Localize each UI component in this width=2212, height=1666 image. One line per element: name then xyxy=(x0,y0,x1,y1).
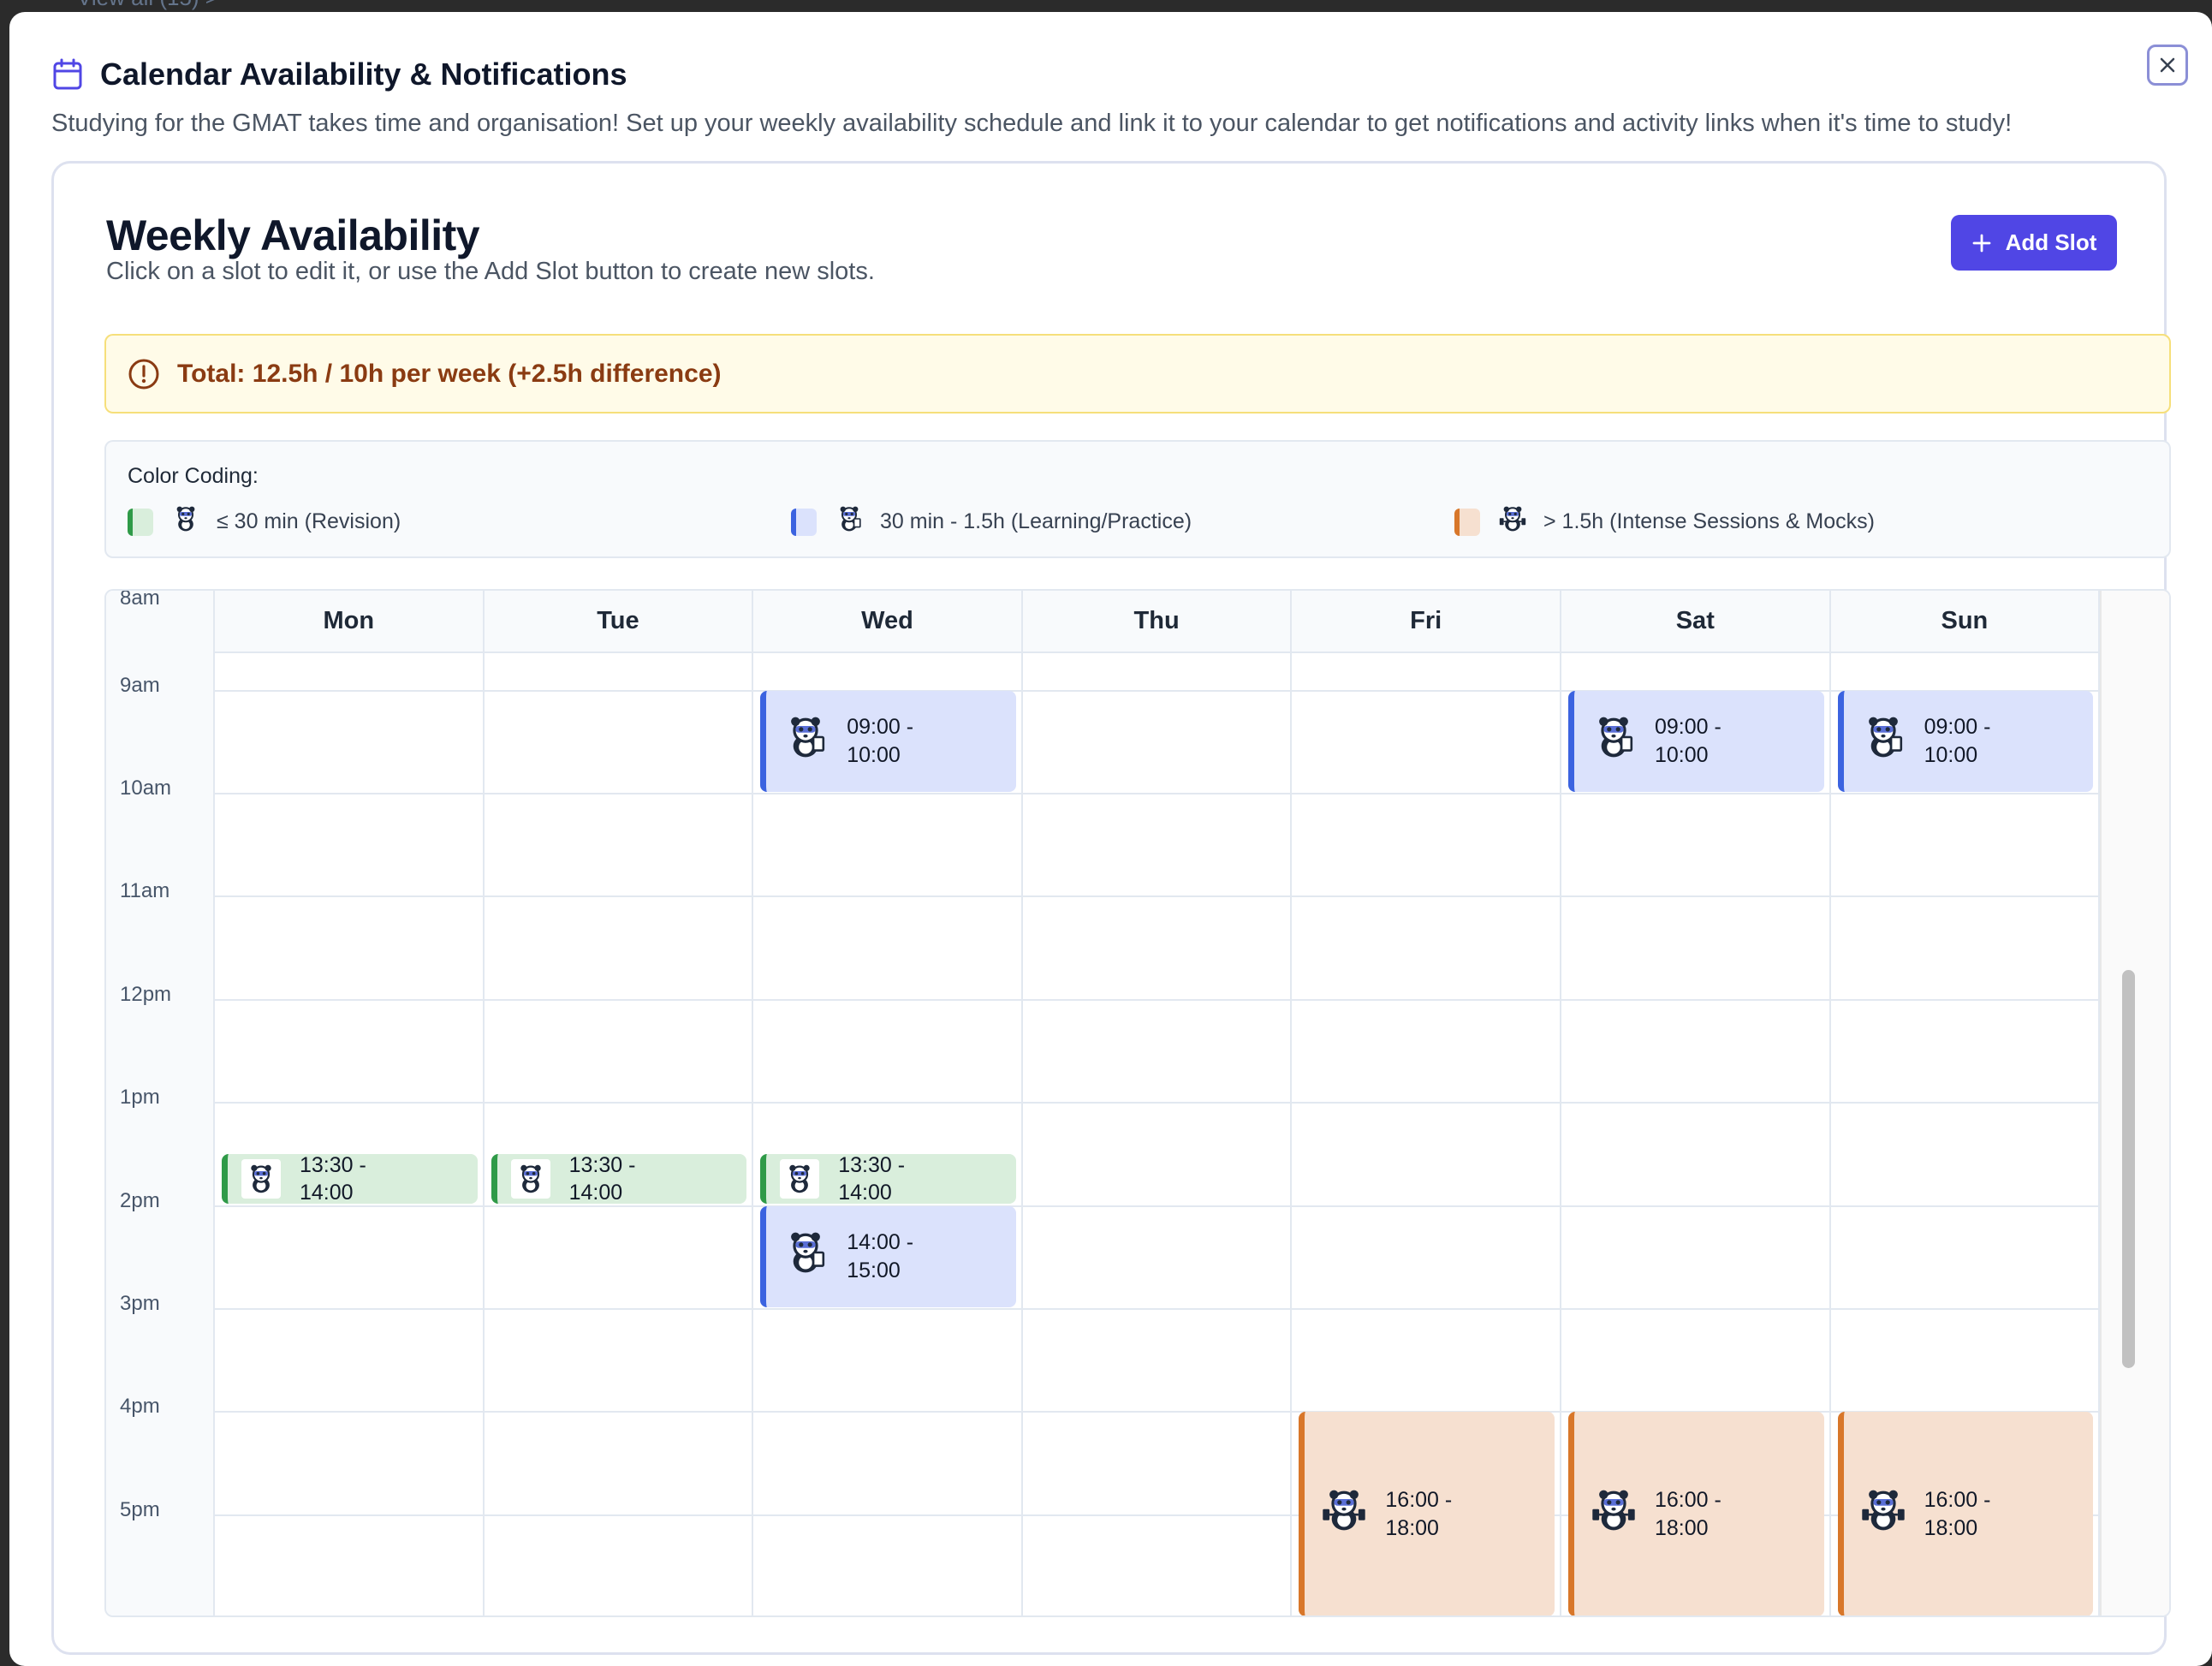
day-header-thu: Thu xyxy=(1022,591,1293,653)
slot-time-range: 13:30 - 14:00 xyxy=(300,1154,366,1205)
day-column-divider xyxy=(2098,653,2101,1615)
day-header-mon: Mon xyxy=(215,591,485,653)
hour-gridline xyxy=(215,998,2100,1001)
calendar-availability-modal: Calendar Availability & Notifications St… xyxy=(9,12,2212,1666)
slot-time-range: 14:00 - 15:00 xyxy=(847,1230,914,1282)
total-hours-alert: Total: 12.5h / 10h per week (+2.5h diffe… xyxy=(104,334,2171,414)
weekly-availability-title: Weekly Availability xyxy=(106,211,480,259)
intense-mascot-icon xyxy=(1861,1488,1906,1540)
learning-mascot-icon xyxy=(1861,715,1906,767)
hour-gridline xyxy=(215,895,2100,898)
hour-gridline xyxy=(215,792,2100,794)
learning-mascot-icon xyxy=(1591,715,1636,767)
legend-swatch-learning xyxy=(791,508,817,536)
calendar-scroll-thumb[interactable] xyxy=(2122,970,2135,1368)
time-label-1pm: 1pm xyxy=(120,1086,160,1110)
total-hours-text: Total: 12.5h / 10h per week (+2.5h diffe… xyxy=(177,359,722,388)
plus-icon xyxy=(1972,234,1990,252)
modal-header: Calendar Availability & Notifications xyxy=(52,57,627,92)
day-column-divider xyxy=(752,653,754,1615)
slot-time-range: 09:00 - 10:00 xyxy=(1655,715,1721,767)
day-column-divider xyxy=(1020,653,1023,1615)
legend-item-learning: 30 min - 1.5h (Learning/Practice) xyxy=(791,505,1192,538)
day-header-fri: Fri xyxy=(1292,591,1561,653)
add-slot-label: Add Slot xyxy=(2005,229,2097,255)
revision-mascot-icon xyxy=(780,1159,820,1199)
day-header-tue: Tue xyxy=(484,591,754,653)
availability-slot[interactable]: 16:00 - 18:00 xyxy=(1837,1412,2094,1615)
hour-gridline xyxy=(215,1307,2100,1310)
slot-time-range: 13:30 - 14:00 xyxy=(568,1154,636,1205)
slot-time-range: 16:00 - 18:00 xyxy=(1655,1488,1721,1540)
time-label-3pm: 3pm xyxy=(120,1291,160,1315)
time-label-5pm: 5pm xyxy=(120,1497,160,1521)
legend-label-revision: ≤ 30 min (Revision) xyxy=(217,509,401,533)
revision-mascot-icon xyxy=(241,1159,281,1199)
intense-mascot-icon xyxy=(1322,1488,1366,1540)
hour-gridline xyxy=(215,1102,2100,1104)
availability-slot[interactable]: 13:30 - 14:00 xyxy=(760,1154,1016,1205)
legend-swatch-revision xyxy=(128,508,153,536)
alert-circle-icon xyxy=(128,359,159,389)
modal-description: Studying for the GMAT takes time and org… xyxy=(51,110,2013,137)
legend-label-intense: > 1.5h (Intense Sessions & Mocks) xyxy=(1543,509,1875,533)
day-column-divider xyxy=(482,653,485,1615)
legend-title: Color Coding: xyxy=(128,464,259,488)
day-column-divider xyxy=(1290,653,1293,1615)
weekly-availability-subtitle: Click on a slot to edit it, or use the A… xyxy=(106,258,875,285)
backdrop-view-all-link: View all (15) > xyxy=(77,0,218,11)
legend-item-intense: > 1.5h (Intense Sessions & Mocks) xyxy=(1454,505,1875,538)
intense-mascot-icon xyxy=(1591,1488,1636,1540)
color-coding-legend: Color Coding: ≤ 30 min (Revision) 30 min… xyxy=(104,440,2171,558)
day-header-sun: Sun xyxy=(1830,591,2101,653)
day-header-wed: Wed xyxy=(753,591,1023,653)
weekly-availability-card: Weekly Availability Click on a slot to e… xyxy=(51,161,2171,1655)
calendar-scrollbar[interactable] xyxy=(2100,591,2169,1615)
day-column-divider xyxy=(1828,653,1831,1615)
legend-swatch-intense xyxy=(1454,508,1480,536)
legend-item-revision: ≤ 30 min (Revision) xyxy=(128,505,401,538)
day-header-sat: Sat xyxy=(1561,591,1831,653)
time-label-9am: 9am xyxy=(120,673,160,697)
time-label-4pm: 4pm xyxy=(120,1395,160,1419)
learning-mascot-icon xyxy=(783,715,828,767)
availability-slot[interactable]: 13:30 - 14:00 xyxy=(491,1154,747,1205)
slot-time-range: 09:00 - 10:00 xyxy=(1924,715,1991,767)
revision-mascot-icon xyxy=(172,505,199,538)
hour-gridline xyxy=(215,1205,2100,1207)
availability-slot[interactable]: 14:00 - 15:00 xyxy=(760,1205,1016,1307)
legend-label-learning: 30 min - 1.5h (Learning/Practice) xyxy=(880,509,1192,533)
intense-mascot-icon xyxy=(1499,505,1526,538)
time-gutter: 8am 9am 10am 11am 12pm 1pm 2pm 3pm 4pm 5pm xyxy=(106,591,215,1615)
availability-slot[interactable]: 16:00 - 18:00 xyxy=(1299,1412,1555,1615)
close-icon xyxy=(2160,57,2175,73)
availability-slot[interactable]: 09:00 - 10:00 xyxy=(1568,690,1824,792)
time-label-12pm: 12pm xyxy=(120,982,172,1006)
availability-slot[interactable]: 13:30 - 14:00 xyxy=(222,1154,478,1205)
learning-mascot-icon xyxy=(783,1230,828,1282)
availability-slot[interactable]: 16:00 - 18:00 xyxy=(1568,1412,1824,1615)
close-button[interactable] xyxy=(2147,45,2188,86)
time-label-8am: 8am xyxy=(120,589,160,610)
add-slot-button[interactable]: Add Slot xyxy=(1951,215,2117,271)
weekly-calendar-grid: 8am 9am 10am 11am 12pm 1pm 2pm 3pm 4pm 5pm Mon Tue… xyxy=(104,589,2171,1617)
modal-title: Calendar Availability & Notifications xyxy=(100,57,627,92)
day-column-divider xyxy=(1560,653,1561,1615)
time-label-2pm: 2pm xyxy=(120,1188,160,1212)
slot-time-range: 16:00 - 18:00 xyxy=(1385,1488,1453,1540)
slot-time-range: 16:00 - 18:00 xyxy=(1924,1488,1991,1540)
availability-slot[interactable]: 09:00 - 10:00 xyxy=(1837,690,2094,792)
availability-slot[interactable]: 09:00 - 10:00 xyxy=(760,690,1016,792)
learning-mascot-icon xyxy=(835,505,863,538)
slot-time-range: 09:00 - 10:00 xyxy=(847,715,914,767)
time-label-10am: 10am xyxy=(120,776,172,800)
revision-mascot-icon xyxy=(510,1159,550,1199)
slot-time-range: 13:30 - 14:00 xyxy=(838,1154,906,1205)
calendar-icon xyxy=(53,58,82,90)
time-label-11am: 11am xyxy=(120,879,170,903)
